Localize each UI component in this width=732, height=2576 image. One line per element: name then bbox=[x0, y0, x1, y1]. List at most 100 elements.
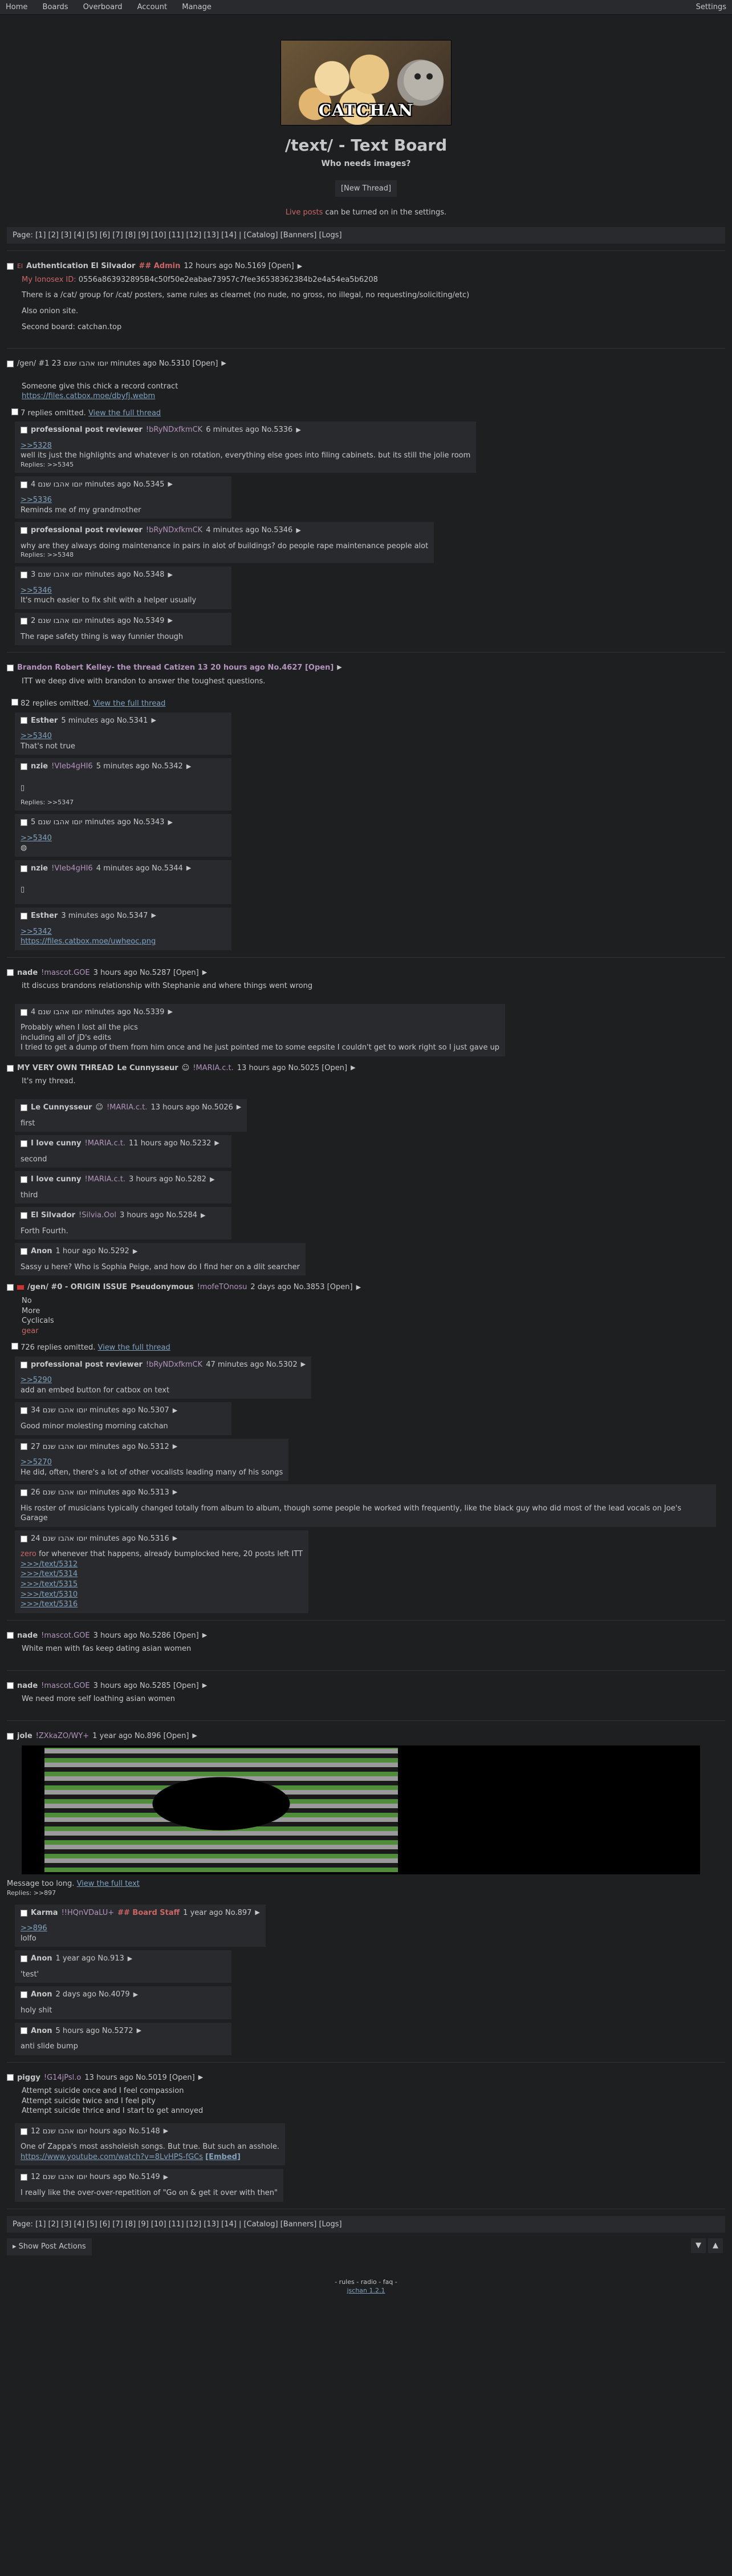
post-checkbox[interactable] bbox=[21, 2128, 27, 2135]
post-checkbox[interactable] bbox=[21, 1955, 27, 1963]
post-checkbox[interactable] bbox=[21, 1535, 27, 1542]
post-menu-arrow-icon[interactable]: ▶ bbox=[164, 2173, 168, 2182]
post-menu-arrow-icon[interactable]: ▶ bbox=[173, 1443, 177, 1451]
post-checkbox[interactable] bbox=[21, 912, 27, 920]
post-meta[interactable]: 13 hours ago No.5025 [Open] bbox=[237, 1063, 347, 1074]
post-checkbox[interactable] bbox=[21, 427, 27, 434]
post-menu-arrow-icon[interactable]: ▶ bbox=[164, 2127, 168, 2136]
embed-button[interactable]: [Embed] bbox=[205, 2153, 241, 2161]
post-menu-arrow-icon[interactable]: ▶ bbox=[133, 1991, 138, 1999]
post-menu-arrow-icon[interactable]: ▶ bbox=[186, 763, 191, 771]
post-checkbox[interactable] bbox=[7, 1732, 14, 1740]
post-menu-arrow-icon[interactable]: ▶ bbox=[151, 716, 156, 725]
post-menu-arrow-icon[interactable]: ▶ bbox=[351, 1064, 355, 1072]
post-menu-arrow-icon[interactable]: ▶ bbox=[356, 1283, 361, 1292]
post-checkbox[interactable] bbox=[7, 664, 14, 671]
crossboard-link[interactable]: >>>/text/5310 bbox=[21, 1590, 78, 1599]
post-link[interactable]: https://files.catbox.moe/dbyfj.webm bbox=[22, 392, 155, 400]
post-meta[interactable]: 12 יוםו אהבו שנם hours ago No.5149 bbox=[31, 2172, 160, 2182]
post-menu-arrow-icon[interactable]: ▶ bbox=[173, 1534, 177, 1543]
post-meta[interactable]: 5 hours ago No.5272 bbox=[56, 2026, 133, 2036]
post-meta[interactable]: 5 יוםו אהבו שנם minutes ago No.5343 bbox=[31, 817, 164, 828]
post-meta[interactable]: 26 יוםו אהבו שנם minutes ago No.5313 bbox=[31, 1488, 169, 1498]
post-meta[interactable]: 1 year ago No.896 [Open] bbox=[92, 1731, 189, 1741]
post-menu-arrow-icon[interactable]: ▶ bbox=[168, 819, 172, 827]
quote-link[interactable]: >>5270 bbox=[21, 1458, 52, 1467]
post-menu-arrow-icon[interactable]: ▶ bbox=[168, 617, 172, 625]
post-meta[interactable]: 3 hours ago No.5287 [Open] bbox=[93, 968, 199, 978]
post-meta[interactable]: 1 year ago No.913 bbox=[56, 1954, 124, 1964]
backlink[interactable]: Replies: >>5348 bbox=[21, 551, 428, 560]
view-full-thread-link[interactable]: View the full thread bbox=[97, 1343, 170, 1352]
scroll-bottom-icon[interactable]: ▼ bbox=[691, 2238, 706, 2253]
footer-nav-links[interactable]: - rules - radio - faq - bbox=[0, 2278, 732, 2287]
post-checkbox[interactable] bbox=[21, 763, 27, 771]
quote-link[interactable]: >>5340 bbox=[21, 732, 52, 740]
post-menu-arrow-icon[interactable]: ▶ bbox=[168, 480, 172, 489]
post-menu-arrow-icon[interactable]: ▶ bbox=[133, 1248, 137, 1256]
post-checkbox[interactable] bbox=[21, 2174, 27, 2181]
post-meta[interactable]: 2 days ago No.4079 bbox=[56, 1990, 130, 2000]
post-checkbox[interactable] bbox=[21, 1248, 27, 1255]
post-checkbox[interactable] bbox=[21, 1443, 27, 1451]
crossboard-link[interactable]: >>>/text/5315 bbox=[21, 1580, 78, 1589]
post-meta[interactable]: 3 hours ago No.5282 bbox=[129, 1174, 206, 1185]
youtube-link[interactable]: https://www.youtube.com/watch?v=8LvHPS-f… bbox=[21, 2153, 203, 2161]
post-checkbox[interactable] bbox=[21, 1212, 27, 1220]
post-menu-arrow-icon[interactable]: ▶ bbox=[202, 969, 207, 977]
nav-settings[interactable]: Settings bbox=[696, 2, 726, 13]
view-full-text-link[interactable]: View the full text bbox=[77, 1880, 140, 1888]
quote-link[interactable]: >>5340 bbox=[21, 834, 52, 843]
post-link[interactable]: https://files.catbox.moe/uwheoc.png bbox=[21, 937, 156, 946]
board-banner[interactable]: CATCHAN bbox=[280, 40, 452, 125]
quote-link[interactable]: >>5328 bbox=[21, 442, 52, 450]
show-post-actions-button[interactable]: ▸ Show Post Actions bbox=[7, 2238, 92, 2255]
new-thread-button[interactable]: [New Thread] bbox=[334, 179, 398, 198]
post-meta[interactable]: 4 minutes ago No.5346 bbox=[206, 525, 292, 536]
post-menu-arrow-icon[interactable]: ▶ bbox=[137, 2027, 141, 2035]
post-menu-arrow-icon[interactable]: ▶ bbox=[296, 426, 300, 435]
post-meta[interactable]: 12 hours ago No.5169 [Open] bbox=[184, 261, 294, 272]
post-menu-arrow-icon[interactable]: ▶ bbox=[337, 663, 341, 672]
post-meta[interactable]: /gen/ #1 23 יוםו אהבו שנם minutes ago No… bbox=[17, 359, 218, 369]
omitted-checkbox[interactable] bbox=[11, 408, 18, 415]
post-menu-arrow-icon[interactable]: ▶ bbox=[301, 1360, 306, 1369]
post-meta[interactable]: 3 minutes ago No.5347 bbox=[61, 911, 148, 921]
post-checkbox[interactable] bbox=[21, 1991, 27, 1999]
post-menu-arrow-icon[interactable]: ▶ bbox=[168, 1008, 172, 1016]
post-checkbox[interactable] bbox=[7, 263, 14, 270]
post-meta[interactable]: 13 hours ago No.5019 [Open] bbox=[84, 2073, 194, 2083]
post-menu-arrow-icon[interactable]: ▶ bbox=[173, 1488, 177, 1497]
quote-link[interactable]: >>5346 bbox=[21, 586, 52, 595]
post-menu-arrow-icon[interactable]: ▶ bbox=[298, 262, 302, 271]
live-posts-link[interactable]: Live posts bbox=[286, 208, 323, 217]
crossboard-link[interactable]: >>>/text/5316 bbox=[21, 1600, 78, 1609]
post-checkbox[interactable] bbox=[7, 1632, 14, 1639]
post-menu-arrow-icon[interactable]: ▶ bbox=[151, 912, 156, 920]
nav-manage[interactable]: Manage bbox=[182, 3, 212, 11]
post-meta[interactable]: 24 יוםו אהבו שנם minutes ago No.5316 bbox=[31, 1534, 169, 1544]
quote-link[interactable]: >>5290 bbox=[21, 1376, 52, 1384]
omitted-checkbox[interactable] bbox=[11, 699, 18, 706]
post-meta[interactable]: 5 minutes ago No.5342 bbox=[96, 762, 183, 772]
post-menu-arrow-icon[interactable]: ▶ bbox=[168, 571, 172, 580]
post-checkbox[interactable] bbox=[7, 969, 14, 977]
post-menu-arrow-icon[interactable]: ▶ bbox=[173, 1407, 177, 1415]
omitted-checkbox[interactable] bbox=[11, 1343, 18, 1350]
post-checkbox[interactable] bbox=[21, 865, 27, 872]
post-meta[interactable]: 1 year ago No.897 bbox=[183, 1908, 251, 1918]
post-menu-arrow-icon[interactable]: ▶ bbox=[296, 526, 300, 535]
post-meta[interactable]: 4 minutes ago No.5344 bbox=[96, 864, 183, 874]
post-checkbox[interactable] bbox=[21, 1104, 27, 1111]
crossboard-link[interactable]: >>>/text/5312 bbox=[21, 1560, 78, 1569]
view-full-thread-link[interactable]: View the full thread bbox=[88, 409, 161, 418]
post-meta[interactable]: 3 hours ago No.5285 [Open] bbox=[93, 1681, 199, 1691]
post-checkbox[interactable] bbox=[7, 1284, 14, 1291]
post-checkbox[interactable] bbox=[21, 1140, 27, 1147]
nav-overboard[interactable]: Overboard bbox=[83, 3, 123, 11]
post-checkbox[interactable] bbox=[21, 572, 27, 579]
post-meta[interactable]: 12 יוםו אהבו שנם hours ago No.5148 bbox=[31, 2127, 160, 2137]
post-checkbox[interactable] bbox=[7, 1064, 14, 1072]
backlink[interactable]: Replies: >>5347 bbox=[21, 799, 226, 807]
post-checkbox[interactable] bbox=[21, 1489, 27, 1496]
